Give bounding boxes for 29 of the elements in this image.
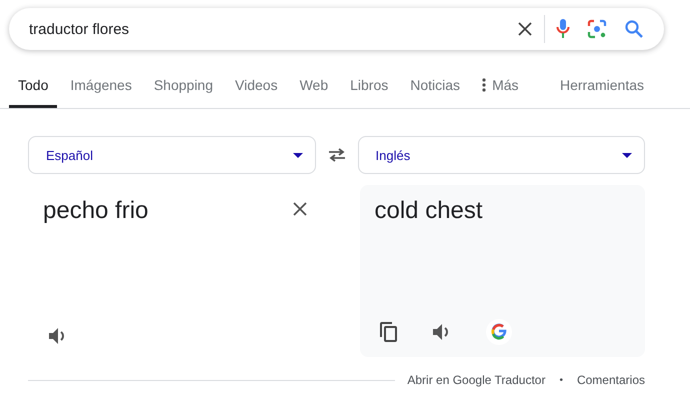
tab[interactable]: Imágenes (70, 77, 132, 108)
g-logo-icon[interactable] (486, 319, 512, 345)
translated-text: cold chest (374, 197, 484, 225)
feedback-link[interactable]: Comentarios (576, 373, 645, 387)
microphone-icon[interactable] (556, 18, 570, 40)
tab[interactable]: Noticias (410, 77, 460, 108)
tab[interactable]: Web (300, 77, 328, 108)
target-language-dropdown[interactable]: Inglés (358, 136, 645, 174)
close-icon[interactable] (517, 21, 533, 37)
source-text[interactable]: pecho frio (43, 197, 148, 225)
copy-icon[interactable] (380, 322, 398, 342)
caret-icon (292, 152, 302, 158)
tab[interactable]: Videos (235, 77, 278, 108)
swap-icon[interactable] (328, 148, 346, 162)
tab[interactable]: Shopping (154, 77, 214, 108)
caret-icon (622, 152, 632, 158)
open-translator-link[interactable]: Abrir en Google Traductor (407, 373, 546, 387)
camera-icon[interactable] (587, 19, 607, 39)
search-icon[interactable] (624, 19, 644, 39)
tab[interactable]: Más (482, 77, 519, 108)
separator: • (559, 374, 563, 386)
close-icon[interactable] (292, 202, 306, 216)
tools-button[interactable]: Herramientas (560, 77, 644, 108)
tab[interactable]: Todo (9, 77, 58, 108)
search-query: traductor flores (29, 20, 130, 38)
search-field[interactable]: traductor flores (9, 8, 664, 50)
tab[interactable]: Libros (350, 77, 388, 108)
source-language-dropdown[interactable]: Español (28, 136, 316, 174)
more-icon (482, 78, 486, 92)
